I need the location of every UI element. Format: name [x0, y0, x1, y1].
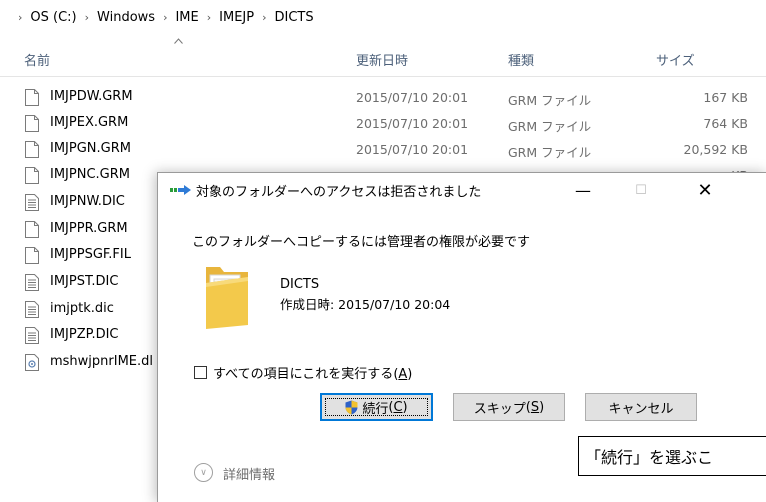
file-name: IMJPNW.DIC	[50, 194, 125, 209]
file-name: mshwjpnrIME.dl	[50, 354, 154, 369]
file-name: IMJPGN.GRM	[50, 141, 131, 156]
chevron-right-icon: ›	[262, 10, 267, 24]
file-row[interactable]: IMJPEX.GRM 2015/07/10 20:01 GRM ファイル 764 KB	[0, 111, 766, 137]
file-row[interactable]: IMJPGN.GRM 2015/07/10 20:01 GRM ファイル 20,592…	[0, 137, 766, 163]
folder-icon	[206, 267, 248, 329]
cancel-button[interactable]: キャンセル	[585, 393, 697, 421]
breadcrumb-item-drive[interactable]: OS (C:)	[30, 10, 76, 25]
file-type: GRM ファイル	[508, 119, 592, 134]
file-name: IMJPPSGF.FIL	[50, 247, 131, 262]
text-file-icon	[25, 274, 39, 291]
blank-file-icon	[25, 115, 39, 132]
chevron-right-icon: ›	[18, 10, 23, 24]
apply-to-all-label[interactable]: すべての項目にこれを実行する(A)	[213, 363, 412, 382]
header-divider	[0, 76, 766, 77]
column-header-date[interactable]: 更新日時	[356, 50, 408, 69]
blank-file-icon	[25, 141, 39, 158]
file-size: 20,592 KB	[683, 142, 748, 157]
apply-to-all-checkbox[interactable]	[194, 366, 207, 379]
breadcrumb-item-dicts[interactable]: DICTS	[274, 10, 313, 25]
breadcrumb-item-windows[interactable]: Windows	[97, 10, 155, 25]
breadcrumb-item-ime[interactable]: IME	[175, 10, 198, 25]
blank-file-icon	[25, 247, 39, 264]
breadcrumb-item-imejp[interactable]: IMEJP	[219, 10, 254, 25]
file-size: 167 KB	[703, 90, 748, 105]
file-date: 2015/07/10 20:01	[356, 90, 469, 105]
file-name: IMJPNC.GRM	[50, 167, 130, 182]
blank-file-icon	[25, 167, 39, 184]
annotation-callout: 「続行」を選ぶこ	[578, 436, 766, 476]
file-size: 764 KB	[703, 116, 748, 131]
file-name: IMJPPR.GRM	[50, 221, 128, 236]
file-type: GRM ファイル	[508, 93, 592, 108]
file-name: IMJPEX.GRM	[50, 115, 129, 130]
sort-ascending-icon	[174, 38, 183, 44]
dialog-message: このフォルダーへコピーするには管理者の権限が必要です	[192, 235, 531, 250]
dll-file-icon	[25, 354, 39, 371]
dialog-title: 対象のフォルダーへのアクセスは拒否されました	[196, 185, 482, 200]
text-file-icon	[25, 194, 39, 211]
skip-button[interactable]: スキップ(S)	[453, 393, 565, 421]
text-file-icon	[25, 301, 39, 318]
column-header-name[interactable]: 名前	[24, 50, 50, 69]
file-type: GRM ファイル	[508, 145, 592, 160]
copy-progress-icon	[170, 185, 191, 195]
column-header-size[interactable]: サイズ	[656, 50, 695, 69]
blank-file-icon	[25, 221, 39, 238]
column-header-type[interactable]: 種類	[508, 50, 534, 69]
file-name: imjptk.dic	[50, 301, 114, 316]
chevron-right-icon: ›	[206, 10, 212, 24]
folder-name: DICTS	[280, 277, 320, 292]
chevron-right-icon: ›	[84, 10, 90, 24]
minimize-button[interactable]: —	[560, 173, 606, 207]
close-button[interactable]: ✕	[682, 173, 728, 207]
continue-button[interactable]: 続行(C)	[320, 393, 433, 421]
file-name: IMJPDW.GRM	[50, 89, 133, 104]
chevron-right-icon: ›	[163, 10, 168, 24]
blank-file-icon	[25, 89, 39, 106]
more-details-toggle[interactable]: 詳細情報	[223, 464, 275, 483]
chevron-down-icon[interactable]: ∨	[194, 463, 213, 482]
file-name: IMJPZP.DIC	[50, 327, 119, 342]
file-date: 2015/07/10 20:01	[356, 142, 469, 157]
file-row[interactable]: IMJPDW.GRM 2015/07/10 20:01 GRM ファイル 167 KB	[0, 85, 766, 111]
folder-created-date: 作成日時: 2015/07/10 20:04	[280, 297, 451, 312]
breadcrumb: › OS (C:) › Windows › IME › IMEJP › DICT…	[0, 0, 766, 34]
file-date: 2015/07/10 20:01	[356, 116, 469, 131]
text-file-icon	[25, 327, 39, 344]
dialog-titlebar[interactable]: 対象のフォルダーへのアクセスは拒否されました — ☐ ✕	[158, 173, 766, 207]
maximize-button: ☐	[635, 182, 647, 198]
file-name: IMJPST.DIC	[50, 274, 119, 289]
focus-ring	[325, 398, 428, 416]
